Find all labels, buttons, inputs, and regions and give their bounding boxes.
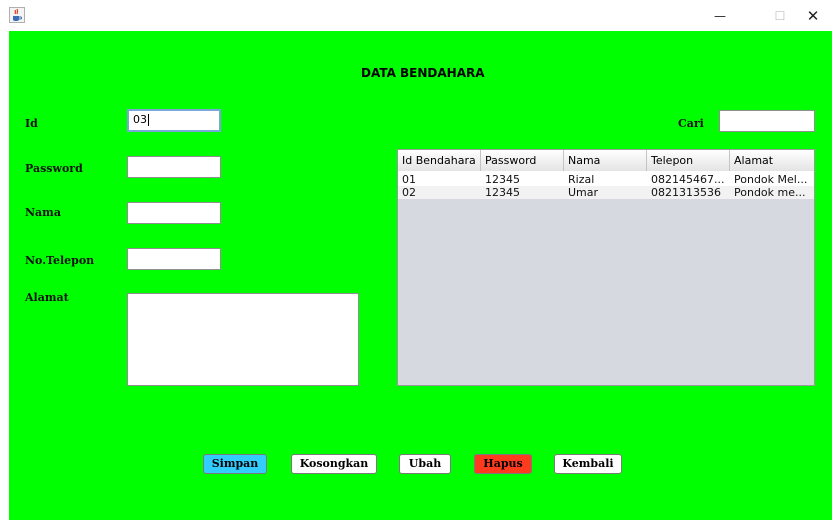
column-header-nama[interactable]: Nama xyxy=(564,150,647,171)
table-cell: 0821313536 xyxy=(651,186,721,199)
table-body: 01 12345 Rizal 082145467... Pondok Mel..… xyxy=(398,171,814,199)
column-header-id-bendahara[interactable]: Id Bendahara xyxy=(398,150,481,171)
title-bar: — ☐ ✕ xyxy=(0,0,832,31)
form-panel: DATA BENDAHARA Id 03 Password Nama No.Te… xyxy=(9,31,832,520)
table-cell: 02 xyxy=(402,186,416,199)
table-cell: 12345 xyxy=(485,186,520,199)
nama-field[interactable] xyxy=(127,202,221,224)
password-label: Password xyxy=(25,162,83,175)
alamat-textarea[interactable] xyxy=(127,293,359,386)
password-field[interactable] xyxy=(127,156,221,178)
table-cell: 12345 xyxy=(485,173,520,186)
nama-label: Nama xyxy=(25,206,61,219)
minimize-icon: — xyxy=(714,9,726,23)
table-row[interactable]: 01 12345 Rizal 082145467... Pondok Mel..… xyxy=(398,173,814,186)
page-title: DATA BENDAHARA xyxy=(361,66,485,80)
maximize-icon: ☐ xyxy=(774,9,786,23)
kosongkan-button[interactable]: Kosongkan xyxy=(291,454,377,474)
close-icon: ✕ xyxy=(806,7,820,25)
telepon-field[interactable] xyxy=(127,248,221,270)
data-table[interactable]: Id Bendahara Password Nama Telepon Alama… xyxy=(397,149,815,386)
kembali-button[interactable]: Kembali xyxy=(554,454,622,474)
table-cell: 082145467... xyxy=(651,173,725,186)
id-field-value: 03 xyxy=(133,113,147,126)
column-header-password[interactable]: Password xyxy=(481,150,564,171)
maximize-button[interactable]: ☐ xyxy=(767,4,793,28)
search-input[interactable] xyxy=(719,110,815,132)
text-caret xyxy=(148,114,149,126)
close-button[interactable]: ✕ xyxy=(800,4,826,28)
cari-label: Cari xyxy=(678,117,704,130)
table-cell: Pondok me... xyxy=(734,186,806,199)
table-cell: Pondok Mel... xyxy=(734,173,808,186)
id-field[interactable]: 03 xyxy=(127,109,221,132)
hapus-button[interactable]: Hapus xyxy=(474,454,532,474)
column-header-telepon[interactable]: Telepon xyxy=(647,150,730,171)
table-cell: 01 xyxy=(402,173,416,186)
ubah-button[interactable]: Ubah xyxy=(399,454,451,474)
java-cup-icon xyxy=(9,7,25,23)
column-header-alamat[interactable]: Alamat xyxy=(730,150,814,171)
id-label: Id xyxy=(25,117,38,130)
minimize-button[interactable]: — xyxy=(707,4,733,28)
telepon-label: No.Telepon xyxy=(25,254,95,267)
table-header: Id Bendahara Password Nama Telepon Alama… xyxy=(398,150,814,172)
table-cell: Umar xyxy=(568,186,599,199)
alamat-label: Alamat xyxy=(25,291,69,304)
table-row[interactable]: 02 12345 Umar 0821313536 Pondok me... xyxy=(398,186,814,199)
simpan-button[interactable]: Simpan xyxy=(203,454,267,474)
table-cell: Rizal xyxy=(568,173,595,186)
